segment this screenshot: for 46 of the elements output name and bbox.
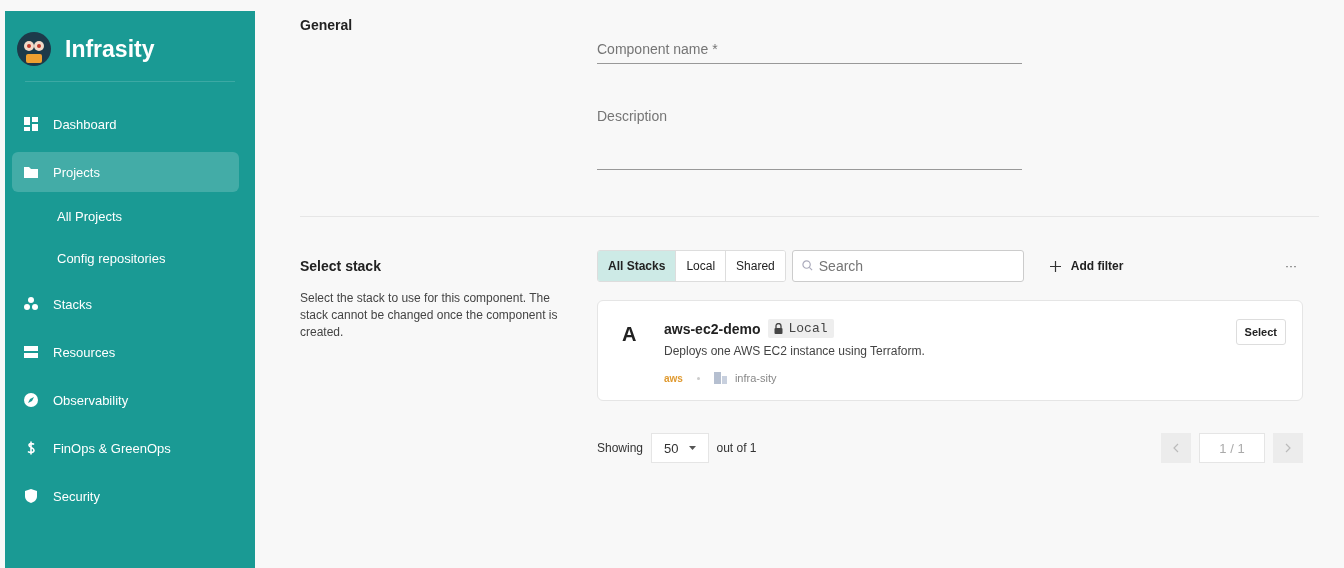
local-badge: Local	[768, 319, 834, 338]
total-label: out of 1	[716, 441, 757, 455]
stack-card[interactable]: A aws-ec2-demo Local Deploys one AWS EC2 instance using Terraform. aws infra-sity Select	[597, 300, 1303, 401]
page-size-dropdown[interactable]: 50	[651, 433, 709, 463]
next-page-button[interactable]	[1273, 433, 1303, 463]
building-icon	[713, 372, 727, 384]
plus-icon	[1049, 260, 1061, 272]
sidebar-item[interactable]: Stacks	[12, 284, 239, 324]
more-button[interactable]: ···	[1279, 258, 1303, 274]
sidebar-item[interactable]: Security	[12, 476, 239, 516]
stack-letter: A	[622, 323, 638, 346]
select-button[interactable]: Select	[1235, 319, 1286, 345]
chevron-right-icon	[1285, 443, 1291, 453]
sidebar-item[interactable]: Resources	[12, 332, 239, 372]
dashboard-icon	[23, 116, 39, 132]
stack-name: aws-ec2-demo	[664, 320, 761, 337]
sidebar-item[interactable]: Projects	[12, 152, 239, 192]
previous-page-button[interactable]	[1161, 433, 1191, 463]
section-description: Select the stack to use for this component. The stack cannot be changed once the component is created.	[300, 290, 559, 341]
showing-label: Showing	[597, 441, 644, 455]
sidebar-item[interactable]: Dashboard	[12, 104, 239, 144]
section-heading: General	[300, 17, 354, 33]
sidebar-subitem[interactable]: Config repositories	[5, 242, 255, 276]
sidebar-item[interactable]: FinOps & GreenOps	[12, 428, 239, 468]
sidebar-item[interactable]: Observability	[12, 380, 239, 420]
folder-icon	[23, 164, 39, 180]
brand-name: Infrasity	[65, 35, 155, 63]
resources-icon	[23, 344, 39, 360]
sidebar-subitem[interactable]: All Projects	[5, 200, 255, 234]
compass-icon	[23, 392, 39, 408]
stack-description: Deploys one AWS EC2 instance using Terraform.	[664, 344, 926, 358]
search-field[interactable]: Search	[791, 250, 1024, 282]
owl-logo-icon	[17, 32, 51, 66]
stacks-icon	[23, 296, 39, 312]
shield-icon	[23, 488, 39, 504]
add-filter-button[interactable]: Add filter	[1043, 258, 1130, 274]
filter-tab[interactable]: All Stacks	[598, 251, 677, 281]
caret-icon	[688, 446, 696, 450]
provider-label: aws	[664, 372, 683, 384]
text-field[interactable]: Component name *	[597, 41, 1022, 64]
text-area[interactable]: Description	[597, 108, 1022, 170]
org-name: infra-sity	[734, 372, 777, 384]
page-indicator: 1 / 1	[1199, 433, 1265, 463]
lock-icon	[774, 323, 784, 334]
chevron-left-icon	[1173, 443, 1179, 453]
section-heading: Select stack	[300, 258, 382, 274]
